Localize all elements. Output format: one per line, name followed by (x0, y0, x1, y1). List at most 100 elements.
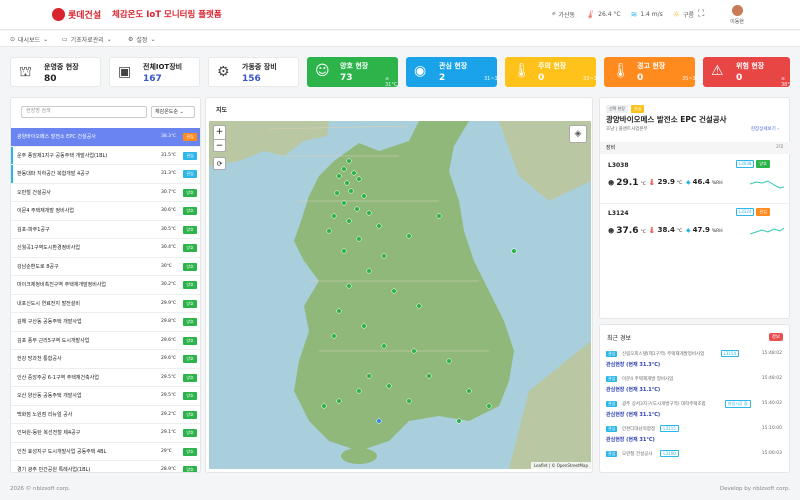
alert-item[interactable]: 관심 광주 상서3지구(도시개발구역) 대학주택조합 현장시공 중 관심현장 (현재 … (606, 399, 782, 427)
card-danger-sites[interactable]: ⚠ 위험 현장 0 ≥ 38°C (703, 57, 793, 88)
site-marker[interactable] (356, 388, 362, 394)
site-marker[interactable] (426, 373, 432, 379)
site-list-item[interactable]: 강남순환도로 8공구 30℃ 양호 (11, 258, 200, 276)
site-marker[interactable] (406, 398, 412, 404)
equipment-card[interactable]: L3038 L3038 양호 ☻ 29.1 °C 🌡 29.9 °C ◆ 46.4 %RH (600, 156, 791, 201)
site-list-item[interactable]: 마이크제정비촉진구역 주택재개발정비사업 30.2℃ 양호 (11, 276, 200, 295)
site-marker[interactable] (348, 188, 354, 194)
card-warning-sites[interactable]: 🌡 경고 현장 0 35~37.9°C (604, 57, 710, 87)
chevron-down-icon: ⌄ (43, 36, 49, 43)
menu-base-data[interactable]: ▭ 기초자료관리 ⌄ (62, 35, 112, 44)
site-list-item[interactable]: 오만철 건설공사 30.7℃ 양호 (11, 184, 200, 202)
card-interest-sites[interactable]: ◉ 관심 현장 2 31~32.9°C (406, 57, 512, 87)
site-marker[interactable] (341, 200, 347, 206)
site-list-item[interactable]: 김포 풍무 근리5구역 도시개발사업 29.6℃ 양호 (11, 332, 200, 350)
site-marker[interactable] (376, 418, 382, 424)
alert-item[interactable]: 관심 인천다대남북합정 L3115 관심현장 (현재 31°C) 15:10:00 (606, 424, 782, 452)
user-profile[interactable]: 이동현 (722, 0, 752, 30)
site-list-item[interactable]: 백화점 노원점 리뉴얼 공사 29.2℃ 양호 (11, 406, 200, 424)
layers-icon[interactable]: ◈ (569, 125, 587, 143)
site-marker[interactable] (341, 166, 347, 172)
site-marker[interactable] (386, 383, 392, 389)
card-value: 0 (538, 73, 545, 83)
site-list-item[interactable]: 김해 구산동 공동주택 개발사업 29.8℃ 양호 (11, 313, 200, 332)
temp-metric: 🌡 29.9 °C (648, 178, 683, 186)
brand-logo[interactable] (52, 8, 65, 21)
site-marker[interactable] (346, 283, 352, 289)
card-iot-devices[interactable]: ▣ 전체IOT장비 167 (109, 57, 200, 87)
site-marker[interactable] (346, 158, 352, 164)
site-marker[interactable] (334, 190, 340, 196)
site-detail-link[interactable]: 현장상세보기 › (751, 126, 779, 132)
site-marker[interactable] (354, 206, 360, 212)
search-input[interactable]: 현장명 검색 (21, 106, 147, 118)
site-marker[interactable] (366, 268, 372, 274)
card-good-sites[interactable]: ☺ 양호 현장 73 ≤ 31°C (307, 57, 398, 88)
zoom-in-button[interactable]: + (214, 126, 225, 139)
equipment-card[interactable]: L3124 L3124 관심 ☻ 37.6 °C 🌡 38.4 °C ◆ 47.9 %RH (600, 203, 791, 248)
card-label: 전체IOT장비 (143, 63, 183, 71)
site-marker[interactable] (351, 170, 357, 176)
alert-item[interactable]: 관심 오란철 건설공사 L3100 15:00:03 (606, 449, 782, 472)
card-running-devices[interactable]: ⚙ 가동중 장비 156 (208, 57, 299, 87)
site-list-item[interactable]: 판동대파 지하공간 복합개발 4공구 31.3℃ 관심 (11, 165, 200, 184)
site-marker[interactable] (366, 210, 372, 216)
card-caution-sites[interactable]: 🌡 주의 현장 0 33~34.9°C (505, 57, 611, 87)
site-list-item[interactable]: 인천 효성지구 도시개발사업 공동주택 4BL 29℃ 양호 (11, 443, 200, 461)
site-marker[interactable] (436, 213, 442, 219)
zoom-out-button[interactable]: − (214, 139, 225, 152)
menu-dashboard[interactable]: ⊙ 대시보드 ⌄ (10, 35, 48, 44)
status-chip: 양호 (756, 160, 770, 168)
site-marker[interactable] (366, 373, 372, 379)
fullscreen-icon[interactable]: ⛶ (698, 9, 704, 19)
site-marker[interactable] (416, 303, 422, 309)
site-marker[interactable] (356, 236, 362, 242)
site-marker[interactable] (466, 388, 472, 394)
site-list-item[interactable]: 내포신도시 연료전지 발전설비 29.9℃ 양호 (11, 295, 200, 313)
brand-name[interactable]: 롯데건설 (68, 8, 101, 21)
site-marker[interactable] (336, 398, 342, 404)
site-marker[interactable] (356, 176, 362, 182)
site-marker[interactable] (486, 403, 492, 409)
locate-icon[interactable]: ⟳ (213, 157, 226, 170)
site-marker[interactable] (391, 288, 397, 294)
site-marker[interactable] (376, 223, 382, 229)
site-list-item[interactable]: 경기 광주 민간공원 특례사업(1BL) 28.9℃ 양호 (11, 461, 200, 472)
site-marker[interactable] (344, 180, 350, 186)
site-list-item[interactable]: 한강 망과천 통합공사 29.6℃ 양호 (11, 350, 200, 369)
site-list-item[interactable]: 이문4 주택재개발 정비사업 30.6℃ 양호 (11, 202, 200, 221)
site-list-item[interactable]: 인덕원-동탄 복선전철 제4공구 29.1℃ 양호 (11, 424, 200, 443)
site-marker[interactable] (381, 343, 387, 349)
site-marker[interactable] (346, 218, 352, 224)
map-attribution[interactable]: Leaflet | © OpenStreetMap (530, 462, 591, 469)
site-list-item[interactable]: 신월곡1구역도시환경정비사업 30.4℃ 양호 (11, 239, 200, 258)
menu-settings[interactable]: ⚙ 설정 ⌄ (128, 35, 155, 44)
site-list-item[interactable]: 광양바이오메스 발전소 EPC 건설공사 38.3℃ 관심 (11, 128, 200, 147)
map-canvas[interactable]: + − ⟳ ◈ Leaflet | © OpenStreetMap (209, 121, 591, 469)
site-list-item[interactable]: 오산 양산동 공동주택 개발사업 29.5℃ 양호 (11, 387, 200, 406)
alert-item[interactable]: 관심 신림오피스텔(제1구역) 주택재개발정비사업 L3154 관심현장 (현재 31… (606, 349, 782, 377)
site-marker[interactable] (331, 213, 337, 219)
site-name: 운주 종암제1지구 공동주택 개발사업(1BL) (17, 152, 108, 159)
site-marker[interactable] (406, 233, 412, 239)
site-marker[interactable] (336, 308, 342, 314)
site-marker[interactable] (341, 248, 347, 254)
site-marker[interactable] (381, 253, 387, 259)
site-marker[interactable] (326, 228, 332, 234)
site-marker[interactable] (446, 358, 452, 364)
alert-item[interactable]: 관심 이문4 주택재개발 정비사업 관심현장 (현재 31.1°C) 15:48:02 (606, 374, 782, 402)
site-marker[interactable] (456, 418, 462, 424)
site-marker[interactable] (321, 403, 327, 409)
card-active-sites[interactable]: ⛫ 운영중 현장 80 (10, 57, 101, 87)
sort-select[interactable]: 체감온도순 ⌄ (151, 106, 195, 118)
site-marker[interactable] (361, 193, 367, 199)
site-marker[interactable] (361, 323, 367, 329)
site-list-item[interactable]: 운주 종암제1지구 공동주택 개발사업(1BL) 31.5℃ 관심 (11, 146, 200, 165)
site-marker[interactable] (336, 173, 342, 179)
feel-metric: ☻ 37.6 °C (608, 226, 646, 236)
site-marker[interactable] (511, 248, 517, 254)
site-marker[interactable] (411, 348, 417, 354)
site-list-item[interactable]: 김포-파주1공구 30.5℃ 양호 (11, 221, 200, 239)
site-list-item[interactable]: 인산 중앙주공 6-1구역 주택재건축사업 29.5℃ 양호 (11, 369, 200, 387)
site-marker[interactable] (331, 333, 337, 339)
